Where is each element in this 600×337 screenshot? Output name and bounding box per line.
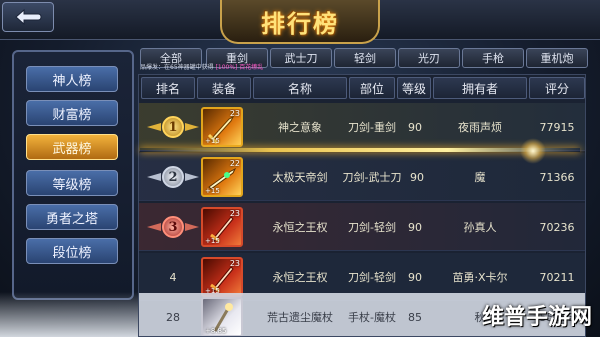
weapon-part: 刀剑-武士刀: [342, 171, 402, 184]
rank-number: 28: [166, 310, 180, 324]
icon-level: 22: [229, 159, 240, 168]
rank-badge: 3: [147, 211, 199, 243]
sidebar-item-shenren[interactable]: 神人榜: [26, 66, 118, 92]
weapon-name: 太极天帝剑: [272, 171, 328, 184]
sidebar-item-label: 武器榜: [52, 141, 92, 157]
tab-pistol[interactable]: 手枪: [462, 48, 524, 68]
owner-name[interactable]: 孙真人: [433, 203, 527, 251]
col-owner: 拥有者: [433, 77, 527, 99]
table-row[interactable]: 3 23 +15 永恒之王权 刀剑-轻剑 90 孙真人 70236: [139, 203, 585, 251]
col-score: 评分: [529, 77, 585, 99]
weapon-level: 90: [408, 220, 422, 234]
sidebar-item-rank[interactable]: 段位榜: [26, 238, 118, 264]
weapon-name: 永恒之王权: [272, 221, 328, 234]
highlight-glow-line: [140, 148, 580, 152]
rank-number: 1: [162, 116, 184, 138]
tab-heavy-gun[interactable]: 重机炮: [526, 48, 588, 68]
col-equip: 装备: [197, 77, 251, 99]
weapon-score: 70236: [539, 220, 575, 234]
icon-level: 23: [229, 259, 240, 268]
sidebar-item-tower[interactable]: 勇者之塔: [26, 204, 118, 230]
top-bar: 排行榜: [0, 0, 600, 44]
icon-plus: +15: [205, 187, 220, 195]
rank-badge: 1: [147, 111, 199, 143]
weapon-icon[interactable]: 22 +15: [201, 157, 243, 197]
sidebar-item-label: 等级榜: [52, 177, 92, 193]
notice-prefix: 品爆发：在65神器罐中获得: [140, 64, 214, 71]
weapon-part: 手杖-魔杖: [348, 311, 396, 324]
weapon-icon[interactable]: 23 +15: [201, 207, 243, 247]
icon-plus: +15: [205, 237, 220, 245]
col-part: 部位: [349, 77, 395, 99]
weapon-icon[interactable]: 23 +15: [201, 107, 243, 147]
weapon-level: 85: [408, 310, 422, 324]
col-rank: 排名: [141, 77, 195, 99]
icon-plus: +8.85: [205, 327, 227, 335]
watermark-text: 维普手游网: [481, 305, 592, 330]
sidebar-item-level[interactable]: 等级榜: [26, 170, 118, 196]
col-name: 名称: [253, 77, 347, 99]
owner-name[interactable]: 夜雨声烦: [433, 103, 527, 151]
table-header: 排名 装备 名称 部位 等级 拥有者 评分: [139, 75, 585, 101]
weapon-name: 荒古遗尘魔杖: [267, 311, 333, 324]
rank-number: 3: [162, 216, 184, 238]
bottom-fade: [0, 292, 138, 337]
sidebar-item-label: 神人榜: [52, 73, 92, 89]
col-level: 等级: [397, 77, 431, 99]
rank-badge: 2: [147, 161, 199, 193]
page-title: 排行榜: [261, 8, 339, 38]
ranking-sidebar: 神人榜 财富榜 武器榜 等级榜 勇者之塔 段位榜: [12, 50, 134, 300]
weapon-icon[interactable]: +8.85: [201, 297, 243, 336]
back-arrow-icon: [15, 8, 42, 26]
ranking-table: 排名 装备 名称 部位 等级 拥有者 评分 1 23 +15 神之意象 刀剑-重…: [138, 74, 586, 337]
sidebar-item-label: 财富榜: [52, 107, 92, 123]
owner-name[interactable]: 魔: [433, 153, 527, 201]
sidebar-item-weapon[interactable]: 武器榜: [26, 134, 118, 160]
weapon-level: 90: [408, 120, 422, 134]
icon-level: 23: [229, 109, 240, 118]
weapon-level: 90: [410, 170, 424, 184]
weapon-part: 刀剑-重剑: [348, 121, 396, 134]
title-plate: 排行榜: [220, 0, 380, 44]
sidebar-item-label: 勇者之塔: [45, 211, 98, 227]
weapon-icon[interactable]: 23 +15: [201, 257, 243, 297]
back-button[interactable]: [2, 2, 54, 32]
sidebar-item-label: 段位榜: [52, 245, 92, 261]
sparkle-icon: [520, 138, 546, 164]
table-row[interactable]: 2 22 +15 太极天帝剑 刀剑-武士刀 90 魔 71366: [139, 153, 585, 201]
sidebar-item-wealth[interactable]: 财富榜: [26, 100, 118, 126]
icon-plus: +15: [205, 137, 220, 145]
table-row[interactable]: 1 23 +15 神之意象 刀剑-重剑 90 夜雨声烦 77915: [139, 103, 585, 151]
icon-level: 23: [229, 209, 240, 218]
broadcast-notice: 品爆发：在65神器罐中获得 [100%] 百花缭乱: [140, 63, 460, 73]
rank-number: 2: [162, 166, 184, 188]
weapon-part: 刀剑-轻剑: [348, 221, 396, 234]
notice-highlight: [100%] 百花缭乱: [215, 64, 264, 71]
weapon-name: 神之意象: [278, 121, 322, 134]
